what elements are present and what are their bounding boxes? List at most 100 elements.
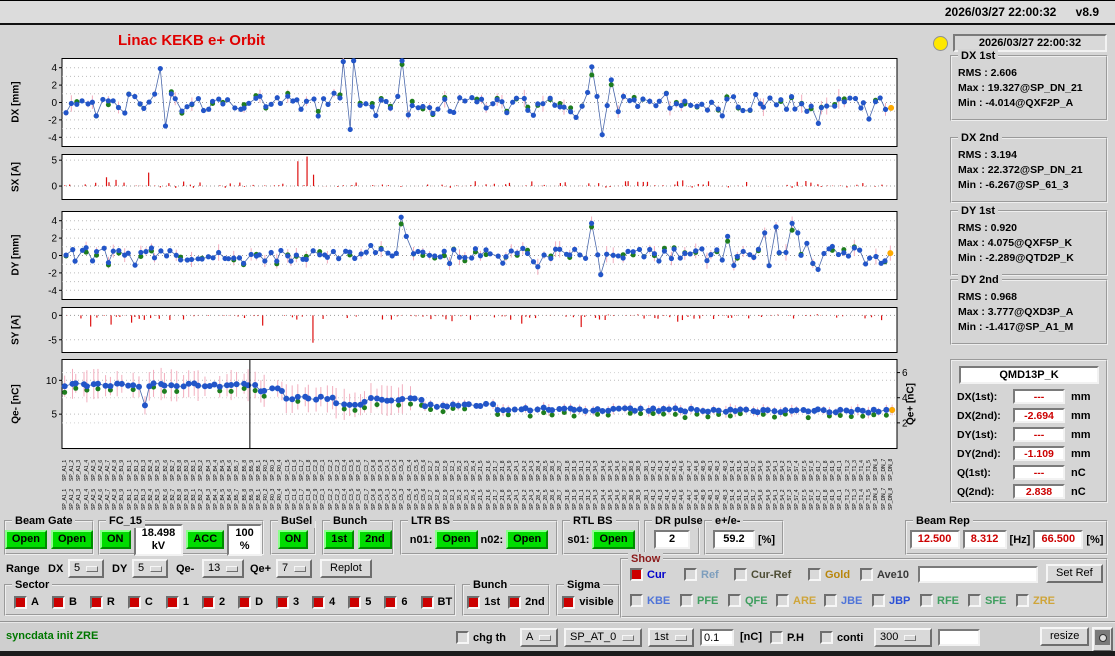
svg-text:0: 0 [51, 251, 57, 262]
interval-select[interactable]: 300 [874, 628, 932, 647]
sy-steering-plot: 0 -5 [36, 307, 920, 353]
svg-text:4: 4 [51, 216, 57, 227]
show-kbe-checkbox[interactable]: KBE [630, 594, 670, 607]
max-value: Max : 4.075@QXF5P_K [958, 237, 1073, 249]
show-rfe-checkbox[interactable]: RFE [920, 594, 959, 607]
show-gold-checkbox[interactable]: Gold [808, 568, 850, 581]
stats-group-title: DX 2nd [958, 131, 1002, 145]
dy-axis-label: DY [mm] [10, 234, 22, 276]
range-qem-select[interactable]: 13 [202, 559, 244, 578]
show-cur-checkbox[interactable]: Cur [630, 568, 666, 581]
fc15-acc-button[interactable]: ACC [186, 530, 225, 549]
show-ref-checkbox[interactable]: Ref [684, 568, 719, 581]
show-jbe-checkbox[interactable]: JBE [824, 594, 862, 607]
svg-text:6: 6 [902, 368, 908, 379]
range-dy-select[interactable]: 5 [132, 559, 168, 578]
sector-checkbox-4[interactable]: 4 [312, 595, 335, 609]
sector-checkbox-1[interactable]: 1 [165, 595, 189, 609]
optionmenu-indicator-icon [904, 634, 917, 641]
set-ref-button[interactable]: Set Ref [1046, 564, 1103, 583]
min-value: Min : -6.267@SP_61_3 [958, 179, 1069, 191]
ph-checkbox[interactable]: P.H [770, 631, 804, 644]
sector-checkbox-2[interactable]: 2 [201, 595, 225, 609]
conti-checkbox[interactable]: conti [820, 631, 863, 644]
sector-group: Sector A B R C 1 2 D 3 4 5 6 BT [4, 578, 456, 616]
svg-text:5: 5 [51, 156, 57, 167]
show-ave10-checkbox[interactable]: Ave10 [860, 568, 909, 581]
fc15-on-button[interactable]: ON [100, 530, 131, 549]
show-are-checkbox[interactable]: ARE [776, 594, 816, 607]
bunch-2nd-button[interactable]: 2nd [358, 530, 392, 549]
show-cur-ref-checkbox[interactable]: Cur-Ref [734, 568, 791, 581]
show-group: Show Cur Ref Cur-Ref Gold Ave10 Set Ref … [620, 552, 1108, 618]
kekb-orbit-window: 2026/03/27 22:00:32 v8.9 Linac KEKB e+ O… [0, 0, 1115, 656]
sector-checkbox-6[interactable]: 6 [384, 595, 408, 609]
mode-a-select[interactable]: A [520, 628, 558, 647]
beam-gate-open-1-button[interactable]: Open [4, 530, 47, 549]
sector-checkbox-r[interactable]: R [89, 595, 115, 609]
beam-rep-value-1: 12.500 [909, 530, 960, 549]
svg-text:10: 10 [46, 376, 58, 387]
svg-text:2: 2 [51, 81, 57, 92]
rtl-bs-group: RTL BS s01: Open [562, 514, 640, 555]
ref-name-input[interactable] [918, 566, 1038, 583]
range-qep-label: Qe+ [250, 563, 272, 575]
svg-text:4: 4 [51, 63, 57, 74]
bunch-1st-checkbox[interactable]: 1st [467, 595, 500, 609]
show-jbp-checkbox[interactable]: JBP [872, 594, 910, 607]
bunch-order-select[interactable]: 1st [648, 628, 694, 647]
optionmenu-indicator-icon [539, 634, 552, 641]
sector-checkbox-d[interactable]: D [238, 595, 263, 609]
sigma-visible-checkbox[interactable]: visible [562, 595, 614, 609]
aux-input[interactable] [938, 629, 980, 646]
sector-checkbox-b[interactable]: B [51, 595, 77, 609]
chg-th-checkbox[interactable]: chg th [456, 631, 506, 644]
sy-axis-label: SY [A] [10, 315, 22, 345]
qmd-row: Q(1st): --- nC [957, 465, 1086, 480]
range-qep-select[interactable]: 7 [276, 559, 312, 578]
min-value: Min : -2.289@QTD2P_K [958, 252, 1074, 264]
replot-button[interactable]: Replot [320, 559, 372, 578]
show-zre-checkbox[interactable]: ZRE [1016, 594, 1055, 607]
show-pfe-checkbox[interactable]: PFE [680, 594, 718, 607]
sp-at-select[interactable]: SP_AT_0 [564, 628, 642, 647]
show-qfe-checkbox[interactable]: QFE [728, 594, 768, 607]
threshold-input[interactable] [700, 629, 734, 646]
sector-checkbox-bt[interactable]: BT [420, 595, 452, 609]
sector-checkbox-c[interactable]: C [127, 595, 153, 609]
qmd-value: --- [1013, 389, 1065, 404]
fc15-percent-readback: 100 % [227, 523, 262, 556]
max-value: Max : 3.777@QXD3P_A [958, 306, 1074, 318]
sector-checkbox-5[interactable]: 5 [348, 595, 371, 609]
show-sfe-checkbox[interactable]: SFE [968, 594, 1006, 607]
beam-rep-group: Beam Rep 12.500 8.312 [Hz] 66.500 [%] [905, 514, 1108, 555]
dx-2nd-stats-group: DX 2nd RMS : 3.194 Max : 22.372@SP_DN_21… [950, 131, 1108, 203]
optionmenu-indicator-icon [622, 634, 635, 641]
snapshot-button[interactable] [1092, 627, 1113, 652]
optionmenu-indicator-icon [150, 565, 162, 572]
bunch-1st-button[interactable]: 1st [324, 530, 355, 549]
dr-pulse-value: 2 [654, 530, 690, 549]
dy-2nd-stats-group: DY 2nd RMS : 0.968 Max : 3.777@QXD3P_A M… [950, 273, 1108, 345]
optionmenu-indicator-icon [674, 634, 687, 641]
busel-on-button[interactable]: ON [277, 530, 309, 549]
resize-button[interactable]: resize [1040, 627, 1090, 646]
svg-text:2: 2 [51, 234, 57, 245]
svg-text:0: 0 [51, 311, 57, 322]
page-title: Linac KEKB e+ Orbit [118, 32, 266, 49]
nc-unit-label: [nC] [740, 631, 762, 643]
sector-checkbox-a[interactable]: A [14, 595, 39, 609]
range-dx-select[interactable]: 5 [68, 559, 104, 578]
sector-checkbox-3[interactable]: 3 [276, 595, 299, 609]
ltr-n02-open-button[interactable]: Open [506, 530, 549, 549]
svg-text:4: 4 [902, 393, 908, 404]
qmd-value: --- [1013, 427, 1065, 442]
ltr-n01-open-button[interactable]: Open [435, 530, 478, 549]
qmd-monitor-panel: QMD13P_K DX(1st): --- mm DX(2nd): -2.694… [950, 359, 1108, 503]
bunch-2nd-checkbox[interactable]: 2nd [508, 595, 545, 609]
beam-gate-open-2-button[interactable]: Open [51, 530, 94, 549]
min-value: Min : -4.014@QXF2P_A [958, 97, 1074, 109]
rtl-s01-open-button[interactable]: Open [592, 530, 635, 549]
svg-text:-2: -2 [48, 268, 57, 279]
qmd-row: DY(1st): --- mm [957, 427, 1091, 442]
